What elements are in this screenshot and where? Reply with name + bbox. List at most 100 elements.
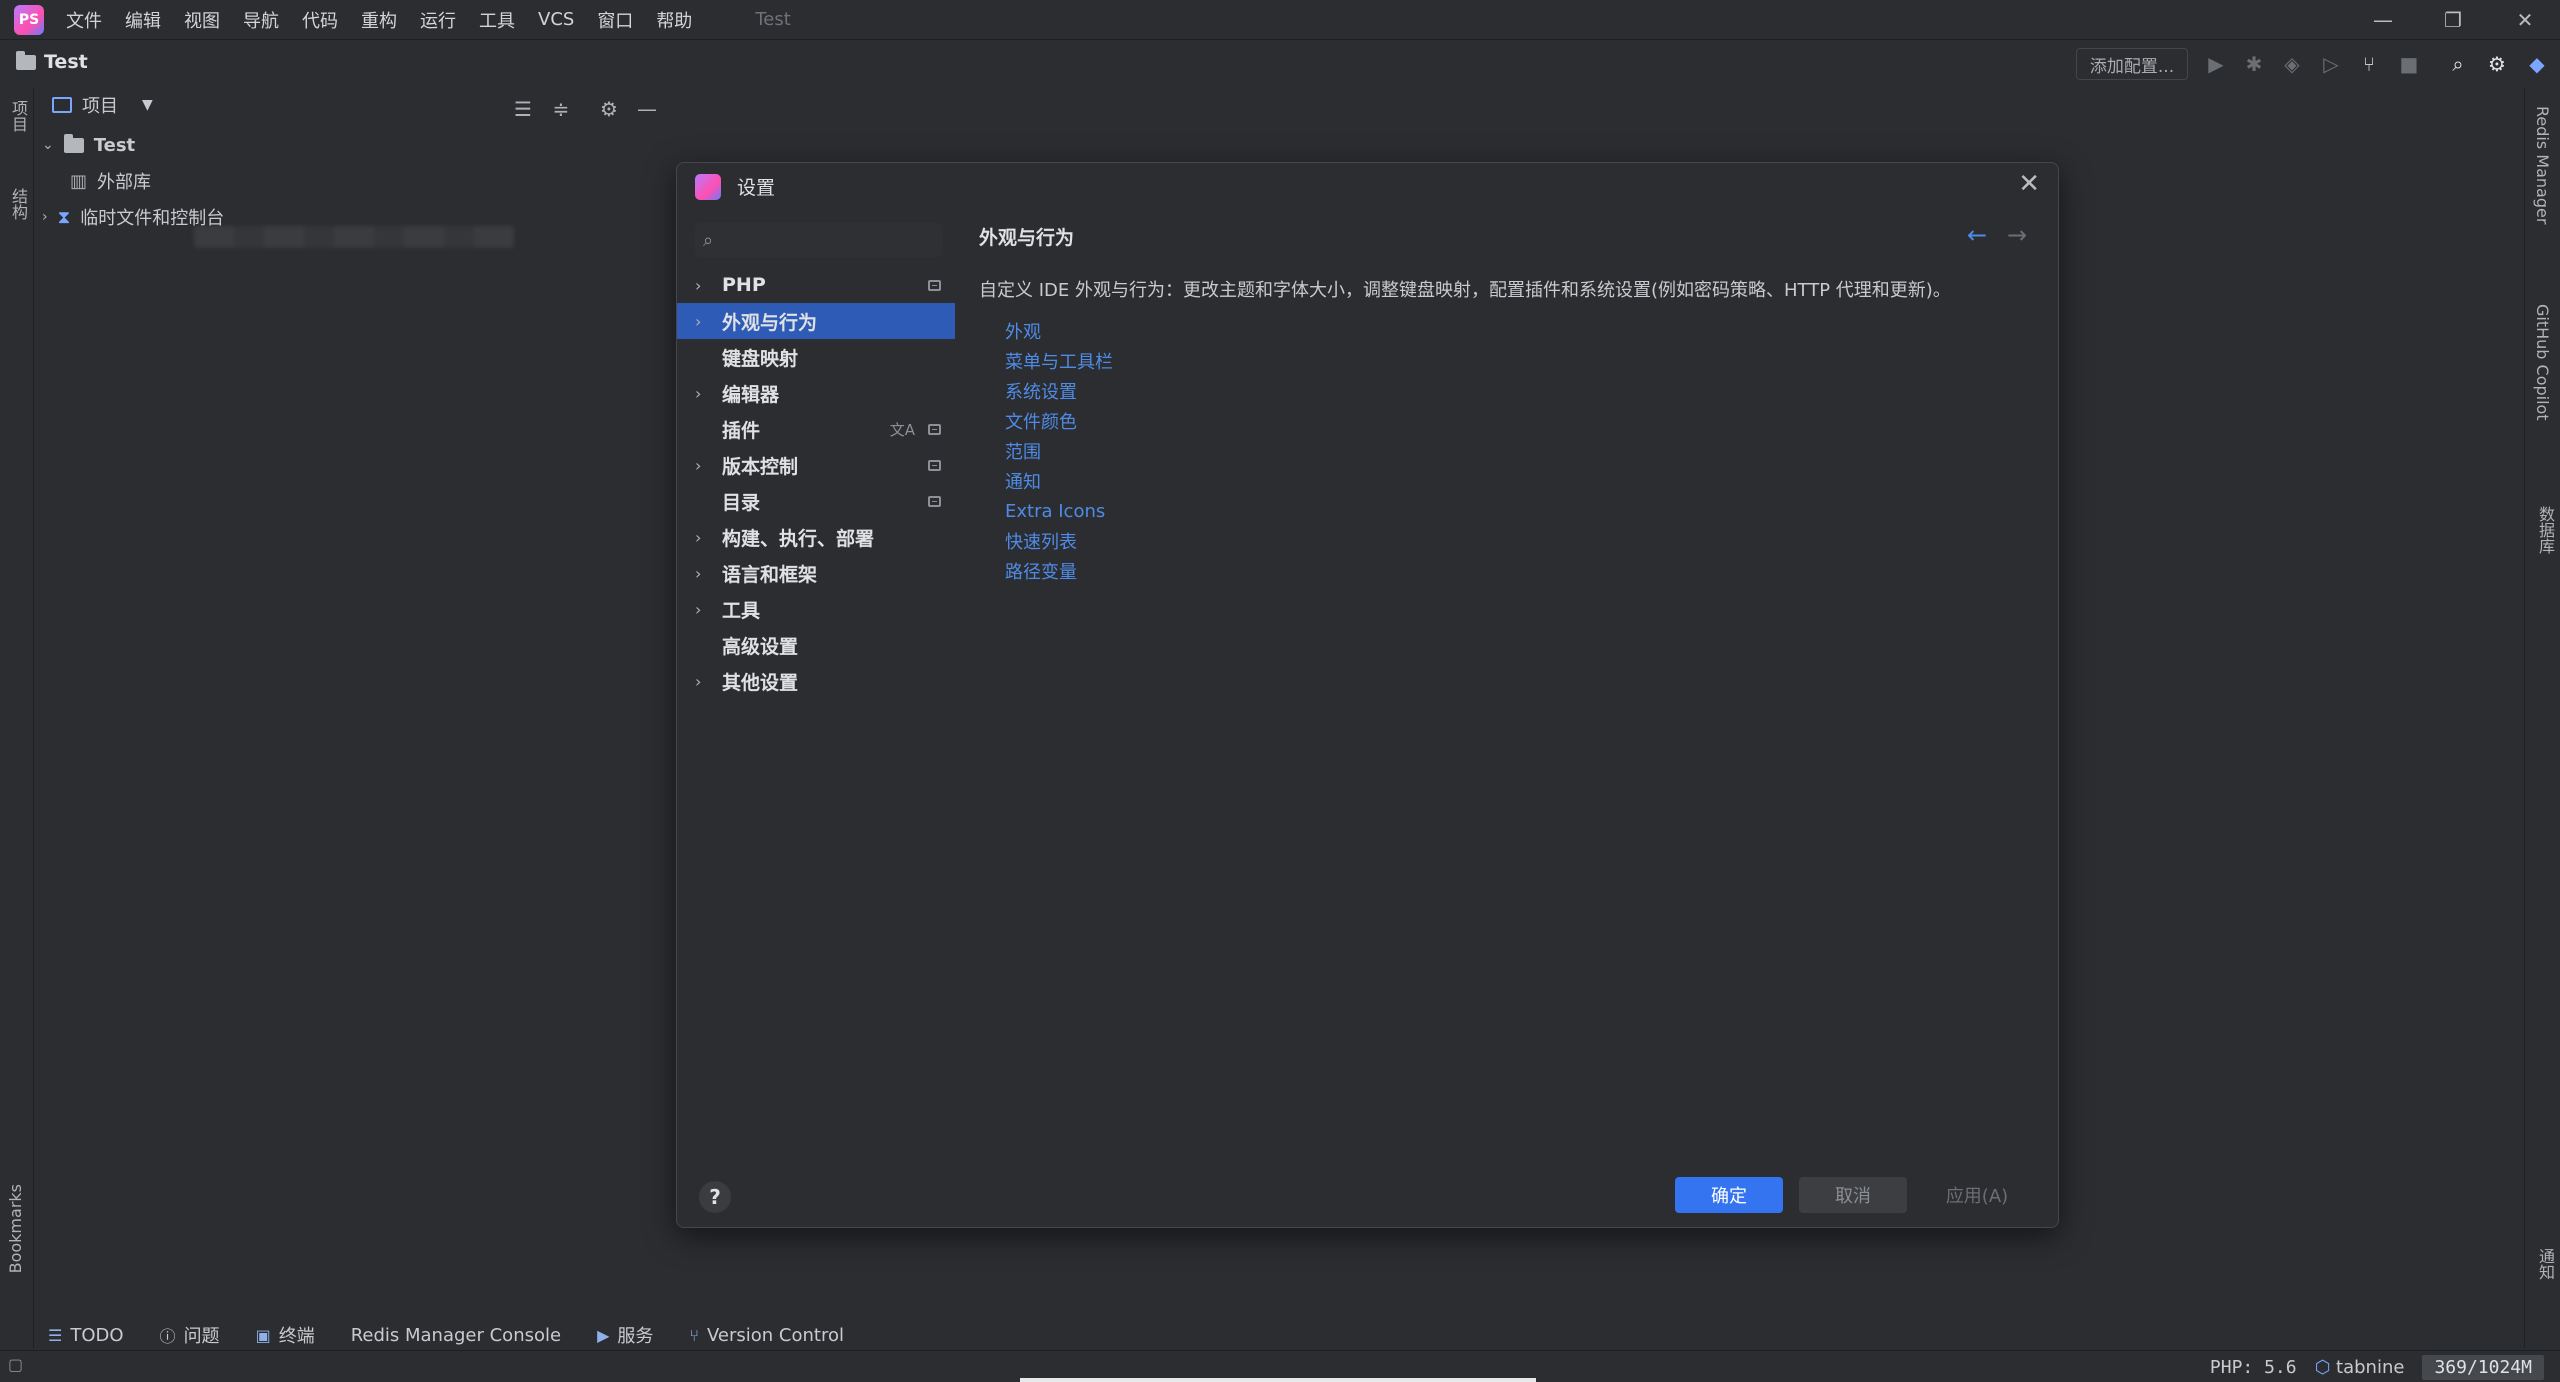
link-file-colors[interactable]: 文件颜色 <box>1005 406 2039 436</box>
chevron-right-icon[interactable]: › <box>695 456 701 475</box>
expand-all-icon[interactable]: ☰ <box>510 96 536 122</box>
menu-tools[interactable]: 工具 <box>479 7 515 33</box>
menu-vcs[interactable]: VCS <box>538 9 574 30</box>
collapse-all-icon[interactable]: ≑ <box>548 96 574 122</box>
link-scopes[interactable]: 范围 <box>1005 436 2039 466</box>
link-appearance[interactable]: 外观 <box>1005 316 2039 346</box>
link-system-settings[interactable]: 系统设置 <box>1005 376 2039 406</box>
tab-services[interactable]: ▶ 服务 <box>597 1322 653 1348</box>
menu-navigate[interactable]: 导航 <box>243 7 279 33</box>
link-extra-icons[interactable]: Extra Icons <box>1005 496 2039 526</box>
tree-item-external-libraries[interactable]: ▥ 外部库 <box>70 164 151 198</box>
menu-help[interactable]: 帮助 <box>656 7 692 33</box>
menu-code[interactable]: 代码 <box>302 7 338 33</box>
project-tool-button[interactable]: 项目 <box>6 100 30 137</box>
php-version[interactable]: PHP: 5.6 <box>2210 1357 2297 1378</box>
nav-item-version-control[interactable]: › 版本控制 <box>677 447 955 483</box>
nav-item-label: 高级设置 <box>722 635 799 658</box>
debug-icon[interactable]: ✱ <box>2243 52 2265 76</box>
nav-item-languages-frameworks[interactable]: › 语言和框架 <box>677 555 955 591</box>
chevron-right-icon[interactable]: › <box>695 276 701 295</box>
toggle-tool-windows-icon[interactable]: ▢ <box>8 1355 23 1374</box>
version-control-icon: ⑂ <box>689 1325 699 1345</box>
chevron-down-icon[interactable]: ⌄ <box>42 137 54 153</box>
nav-item-build-execution-deployment[interactable]: › 构建、执行、部署 <box>677 519 955 555</box>
search-icon[interactable]: ⌕ <box>2447 52 2469 76</box>
tree-item-root[interactable]: ⌄ Test <box>42 128 135 162</box>
nav-item-tools[interactable]: › 工具 <box>677 591 955 627</box>
ok-button[interactable]: 确定 <box>1675 1177 1783 1213</box>
notifications-tool-button[interactable]: 通知 <box>2533 1248 2557 1285</box>
tab-terminal[interactable]: ▣ 终端 <box>256 1322 315 1348</box>
chevron-down-icon[interactable]: ▼ <box>142 97 153 113</box>
tab-redis-console[interactable]: Redis Manager Console <box>351 1325 561 1346</box>
settings-gear-icon[interactable]: ⚙ <box>2486 52 2508 76</box>
project-name: Test <box>44 51 88 73</box>
panel-options-icon[interactable]: ⚙ <box>596 96 622 122</box>
jetbrains-ai-icon[interactable]: ◆ <box>2526 52 2548 76</box>
tabnine-status[interactable]: ⬡ tabnine <box>2315 1357 2405 1378</box>
github-copilot-tool-button[interactable]: GitHub Copilot <box>2533 304 2552 426</box>
apply-button[interactable]: 应用(A) <box>1923 1177 2031 1213</box>
coverage-icon[interactable]: ◈ <box>2281 52 2303 76</box>
nav-item-appearance-behavior[interactable]: › 外观与行为 <box>677 303 955 339</box>
close-window-icon[interactable]: ✕ <box>2490 0 2560 40</box>
hide-panel-icon[interactable]: — <box>634 96 660 122</box>
link-path-variables[interactable]: 路径变量 <box>1005 556 2039 586</box>
chevron-right-icon[interactable]: › <box>695 384 701 403</box>
app-logo-icon[interactable]: PS <box>14 4 44 35</box>
settings-search-input[interactable]: ⌕ <box>695 223 943 257</box>
tab-problems[interactable]: ⓘ 问题 <box>160 1322 220 1348</box>
notifications-label: 通知 <box>2536 1248 2555 1280</box>
chevron-right-icon[interactable]: › <box>695 564 701 583</box>
help-button[interactable]: ? <box>699 1181 731 1213</box>
project-breadcrumb[interactable]: Test <box>16 50 88 73</box>
menu-window[interactable]: 窗口 <box>597 7 633 33</box>
cancel-button[interactable]: 取消 <box>1799 1177 1907 1213</box>
chevron-right-icon[interactable]: › <box>695 600 701 619</box>
menu-file[interactable]: 文件 <box>66 7 102 33</box>
chevron-right-icon[interactable]: › <box>42 209 48 225</box>
nav-item-advanced-settings[interactable]: 高级设置 <box>677 627 955 663</box>
tab-version-control[interactable]: ⑂ Version Control <box>689 1325 844 1346</box>
structure-tool-button[interactable]: 结构 <box>6 188 30 225</box>
redis-manager-tool-button[interactable]: Redis Manager <box>2533 106 2552 229</box>
horizontal-scrollbar[interactable] <box>1020 1378 1536 1382</box>
add-configuration-button[interactable]: 添加配置... <box>2076 48 2188 80</box>
nav-item-other-settings[interactable]: › 其他设置 <box>677 663 955 699</box>
link-menus-toolbars[interactable]: 菜单与工具栏 <box>1005 346 2039 376</box>
project-panel-header[interactable]: 项目 ▼ <box>52 92 153 118</box>
menu-run[interactable]: 运行 <box>420 7 456 33</box>
nav-item-directories[interactable]: 目录 <box>677 483 955 519</box>
link-notifications[interactable]: 通知 <box>1005 466 2039 496</box>
tree-item-scratches[interactable]: › ⧗ 临时文件和控制台 <box>42 200 224 234</box>
vcs-icon[interactable]: ⑂ <box>2358 52 2380 76</box>
stop-icon[interactable]: ■ <box>2398 52 2420 76</box>
project-level-icon <box>928 495 941 507</box>
settings-nav: › PHP › 外观与行为 键盘映射 › 编辑器 插件 文A › 版本控制 目录 <box>677 267 955 699</box>
chevron-right-icon[interactable]: › <box>695 672 701 691</box>
chevron-right-icon[interactable]: › <box>695 528 701 547</box>
nav-item-editor[interactable]: › 编辑器 <box>677 375 955 411</box>
project-tool-label: 项目 <box>9 100 28 132</box>
database-tool-button[interactable]: 数据库 <box>2533 506 2557 559</box>
menu-edit[interactable]: 编辑 <box>125 7 161 33</box>
dialog-title: 设置 <box>737 177 776 199</box>
link-quick-lists[interactable]: 快速列表 <box>1005 526 2039 556</box>
run-icon[interactable]: ▶ <box>2205 52 2227 76</box>
bookmarks-tool-button[interactable]: Bookmarks <box>6 1184 25 1278</box>
app-logo-icon <box>695 173 721 200</box>
menu-view[interactable]: 视图 <box>184 7 220 33</box>
chevron-right-icon[interactable]: › <box>695 312 701 331</box>
close-icon[interactable]: ✕ <box>2018 169 2040 199</box>
restore-icon[interactable]: ❐ <box>2418 0 2488 40</box>
menu-refactor[interactable]: 重构 <box>361 7 397 33</box>
nav-item-php[interactable]: › PHP <box>677 267 955 303</box>
minimize-icon[interactable]: — <box>2348 0 2418 40</box>
tab-todo[interactable]: ☰ TODO <box>48 1325 124 1346</box>
profile-icon[interactable]: ▷ <box>2320 52 2342 76</box>
memory-indicator[interactable]: 369/1024M <box>2422 1355 2544 1380</box>
nav-item-keymap[interactable]: 键盘映射 <box>677 339 955 375</box>
nav-item-plugins[interactable]: 插件 文A <box>677 411 955 447</box>
nav-item-label: 语言和框架 <box>722 563 818 586</box>
